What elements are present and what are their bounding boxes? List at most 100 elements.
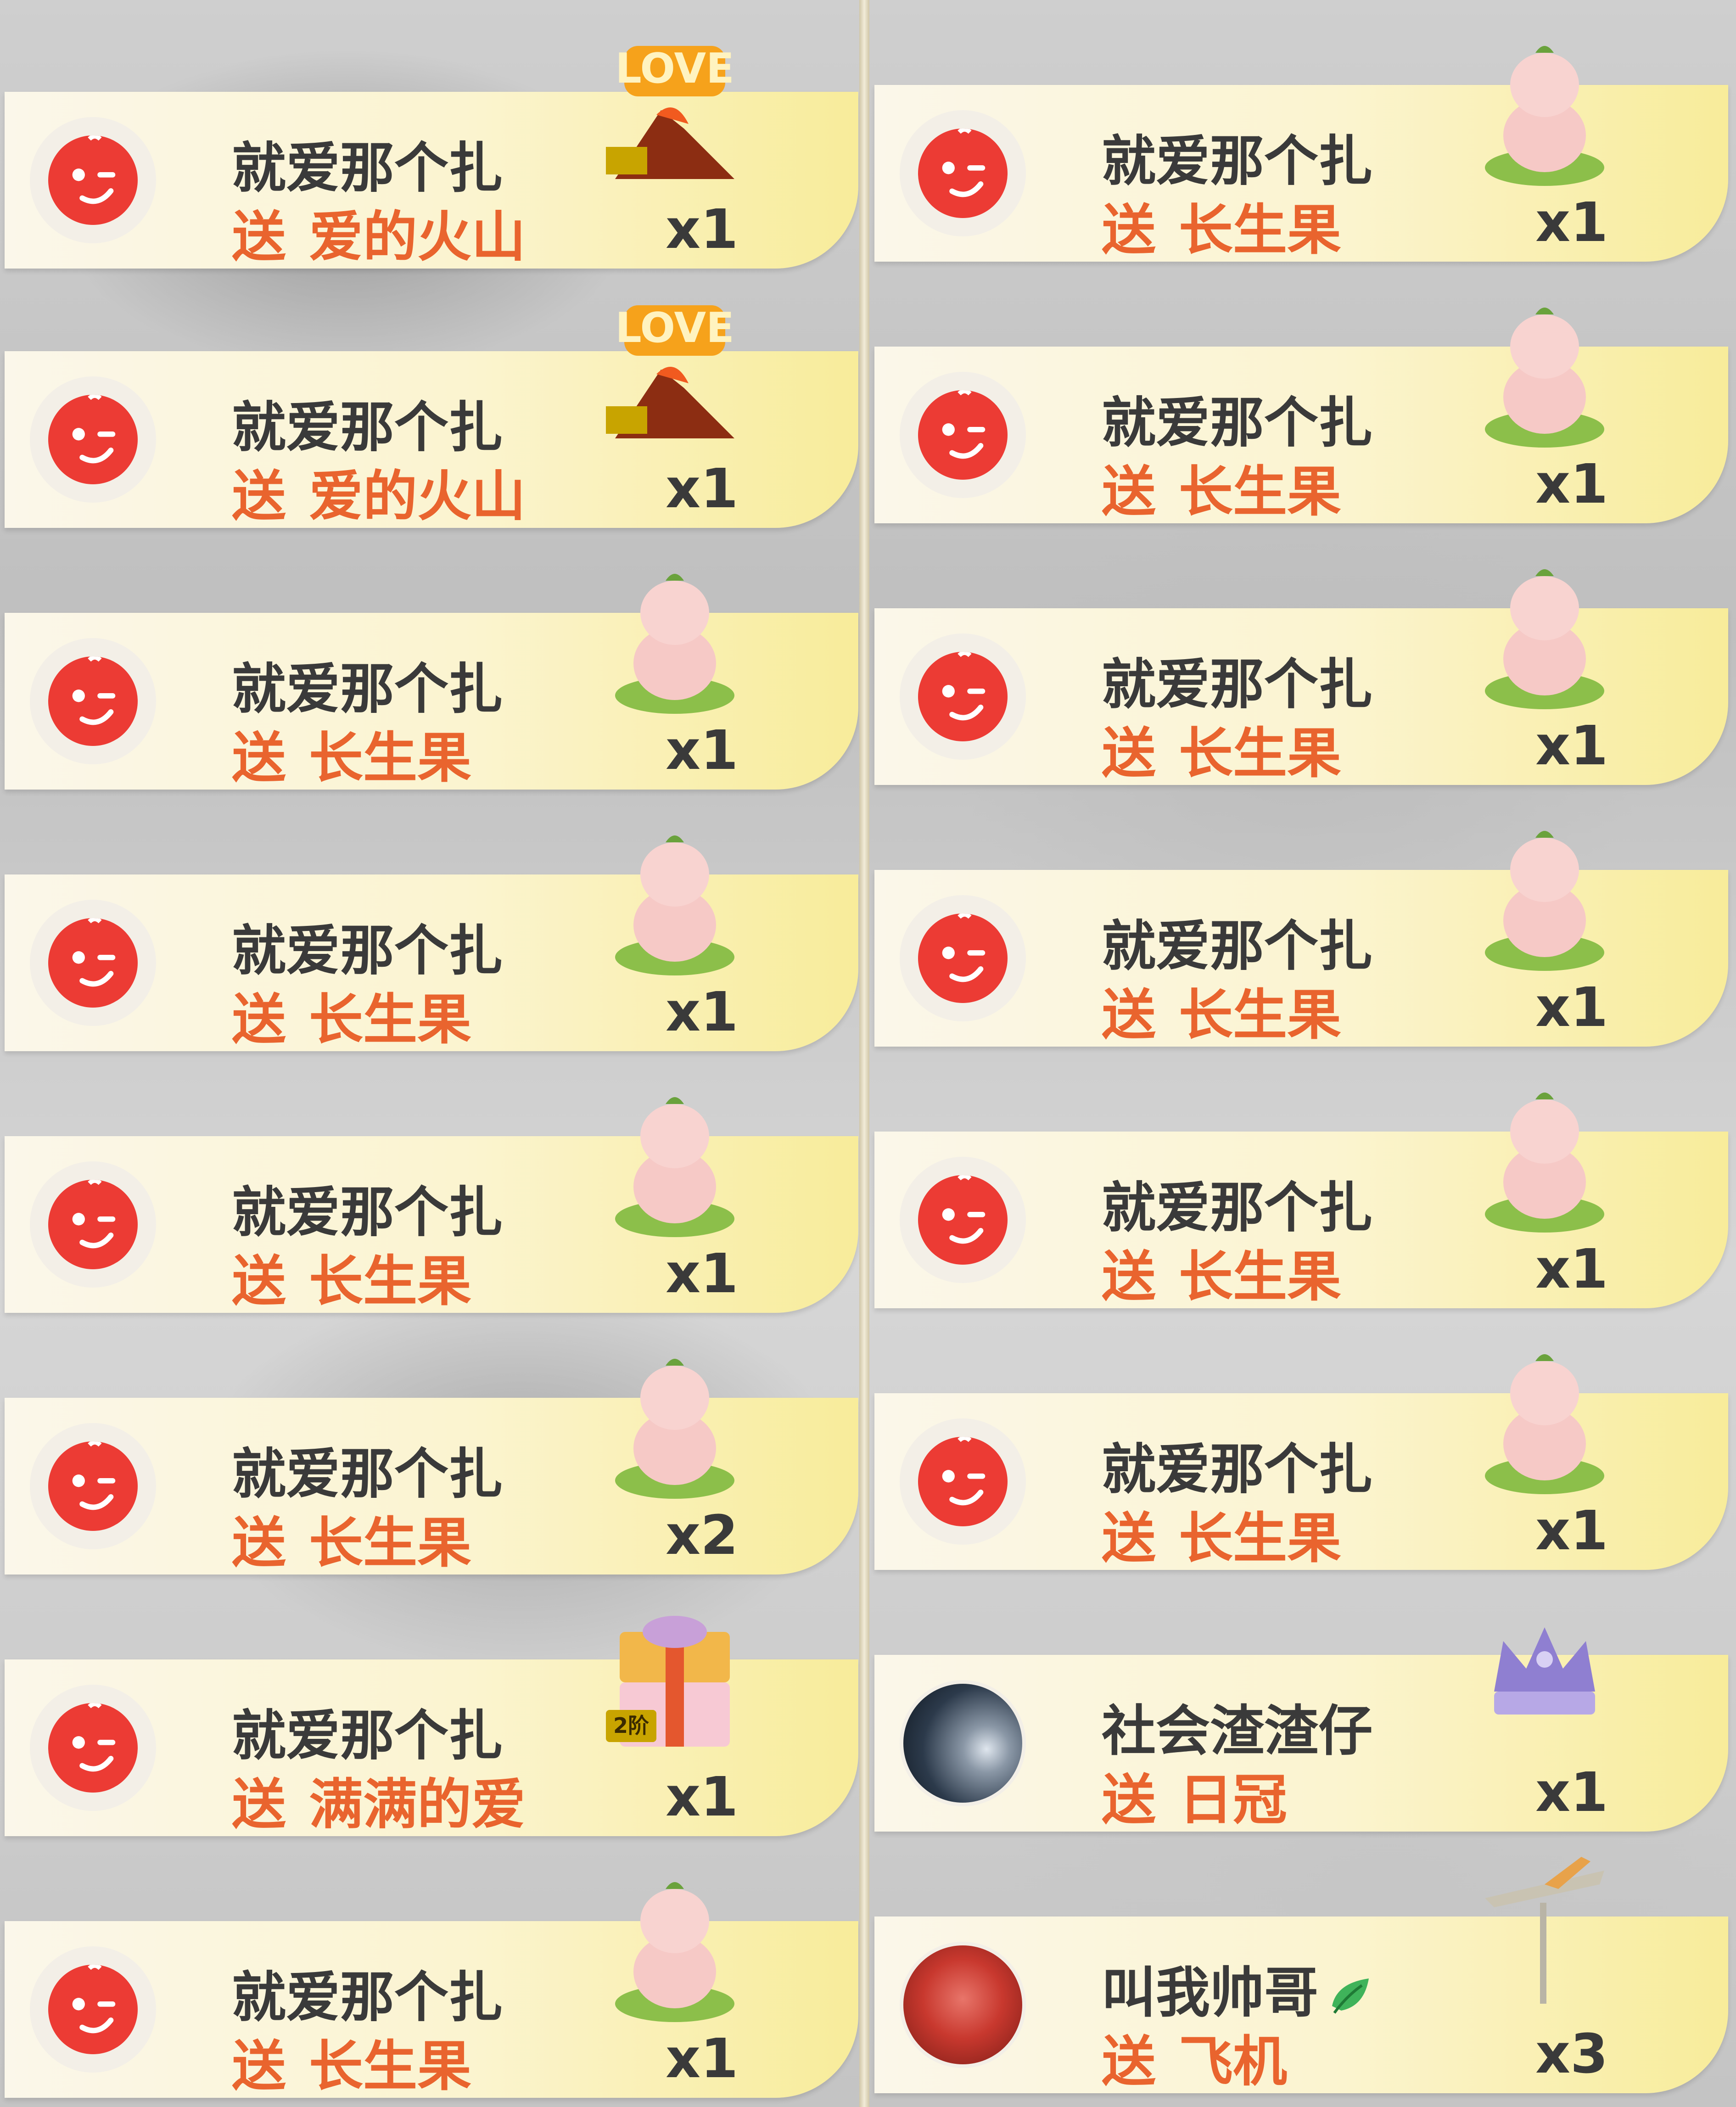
red-face-avatar-icon (918, 652, 1008, 741)
gift-verb: 送 (1102, 198, 1156, 262)
red-face-avatar-icon (918, 390, 1008, 480)
gift-message: 就爱那个扎 送长生果 x1 (5, 1882, 858, 2098)
gift-verb: 送 (232, 1773, 286, 1836)
sender-name[interactable]: 就爱那个扎 (1102, 379, 1372, 457)
crown-icon (1494, 1627, 1595, 1715)
red-face-avatar-icon (48, 1441, 138, 1531)
airplane-icon (1485, 1857, 1604, 2004)
gift-verb: 送 (232, 988, 286, 1051)
avatar[interactable] (900, 1680, 1026, 1806)
peach-icon (615, 1882, 734, 2022)
red-face-avatar-icon (48, 395, 138, 484)
gift-description: 送日冠 (1102, 1756, 1287, 1834)
gift-verb: 送 (232, 726, 286, 790)
sender-name[interactable]: 就爱那个扎 (232, 1168, 503, 1247)
love-volcano-icon: LOVE (606, 304, 734, 438)
gift-count: x1 (666, 457, 739, 520)
red-photo-avatar (903, 1945, 1022, 2064)
love-volcano-icon: LOVE (606, 45, 734, 179)
avatar[interactable] (30, 376, 156, 503)
gift-name: 长生果 (309, 2034, 472, 2098)
gift-count: x3 (1535, 2022, 1608, 2085)
sender-name[interactable]: 社会渣渣仔 (1102, 1687, 1372, 1765)
gift-message: 就爱那个扎 送长生果 x1 (874, 1354, 1728, 1570)
svg-text:LOVE: LOVE (615, 304, 734, 352)
peach-icon (615, 1097, 734, 1237)
sky-photo-avatar (903, 1684, 1022, 1803)
red-face-avatar-icon (48, 1180, 138, 1269)
red-face-avatar-icon (918, 913, 1008, 1003)
avatar[interactable] (30, 1685, 156, 1811)
sender-name[interactable]: 就爱那个扎 (232, 1430, 503, 1508)
peach-icon (1485, 1354, 1604, 1494)
peach-icon (1485, 46, 1604, 186)
gift-description: 送长生果 (232, 975, 471, 1054)
column-divider (859, 0, 869, 2107)
sender-name[interactable]: 就爱那个扎 (232, 1692, 503, 1770)
gift-description: 送长生果 (232, 714, 471, 792)
avatar[interactable] (30, 1423, 156, 1549)
gift-message: 社会渣渣仔 送日冠 x1 (874, 1627, 1728, 1834)
avatar[interactable] (30, 1161, 156, 1288)
sender-name[interactable]: 就爱那个扎 (1102, 640, 1372, 719)
red-face-avatar-icon (48, 1965, 138, 2054)
red-face-avatar-icon (918, 129, 1008, 218)
gift-name: 长生果 (1179, 460, 1342, 523)
gift-verb: 送 (232, 2034, 286, 2098)
sender-name[interactable]: 叫我帅哥 (1102, 1949, 1373, 2027)
red-face-avatar-icon (48, 135, 138, 225)
gift-count: x1 (1535, 714, 1608, 777)
gift-verb: 送 (1102, 983, 1156, 1047)
gift-description: 送长生果 (232, 1499, 471, 1577)
gift-name: 长生果 (309, 1511, 472, 1575)
gift-message: 就爱那个扎 送长生果 x1 (874, 569, 1728, 788)
sender-name[interactable]: 就爱那个扎 (1102, 1425, 1372, 1504)
gift-verb: 送 (1102, 1507, 1156, 1570)
gift-name: 长生果 (309, 988, 472, 1051)
sender-name[interactable]: 就爱那个扎 (232, 383, 503, 462)
peach-icon (1485, 569, 1604, 709)
avatar[interactable] (900, 1942, 1026, 2068)
gift-verb: 送 (232, 205, 286, 269)
gift-description: 送飞机 (1102, 2017, 1287, 2096)
gift-name: 爱的火山 (309, 465, 526, 528)
gift-verb: 送 (232, 465, 286, 528)
gift-count: x1 (1535, 1760, 1608, 1824)
gift-count: x1 (1535, 452, 1608, 516)
avatar[interactable] (30, 638, 156, 764)
avatar[interactable] (30, 900, 156, 1026)
avatar[interactable] (30, 117, 156, 243)
sender-name[interactable]: 就爱那个扎 (1102, 117, 1372, 196)
gift-verb: 送 (1102, 1245, 1156, 1308)
gift-count: x1 (1535, 191, 1608, 254)
red-face-avatar-icon (48, 918, 138, 1008)
avatar[interactable] (30, 1946, 156, 2073)
peach-icon (1485, 308, 1604, 448)
gift-description: 送长生果 (1102, 448, 1341, 526)
gift-list-left: 就爱那个扎 送爱的火山 x1 LOVE 就爱那个扎 送爱的火山 x1 LOVE … (0, 0, 858, 2107)
sender-name[interactable]: 就爱那个扎 (1102, 1164, 1372, 1242)
sender-name[interactable]: 就爱那个扎 (232, 1953, 503, 2032)
sender-name[interactable]: 就爱那个扎 (232, 907, 503, 985)
gift-description: 送长生果 (1102, 709, 1341, 788)
gift-message: 就爱那个扎 送长生果 x1 (874, 1093, 1728, 1308)
leaf-icon (1332, 1978, 1369, 2014)
avatar[interactable] (900, 1418, 1026, 1545)
avatar[interactable] (900, 1157, 1026, 1283)
sender-name[interactable]: 就爱那个扎 (1102, 902, 1372, 981)
sender-name[interactable]: 就爱那个扎 (232, 645, 503, 723)
avatar[interactable] (900, 110, 1026, 236)
gift-message: 就爱那个扎 送长生果 x1 (5, 835, 858, 1054)
sender-name-text: 叫我帅哥 (1102, 1961, 1319, 2024)
avatar[interactable] (900, 895, 1026, 1021)
avatar[interactable] (900, 633, 1026, 760)
gift-description: 送长生果 (1102, 971, 1341, 1049)
gift-name: 长生果 (1179, 983, 1342, 1047)
avatar[interactable] (900, 372, 1026, 498)
peach-icon (1485, 831, 1604, 971)
gift-name: 满满的爱 (309, 1773, 526, 1836)
gift-name: 日冠 (1179, 1768, 1288, 1832)
gift-message: 叫我帅哥 送飞机 x3 (874, 1857, 1728, 2096)
gift-verb: 送 (1102, 1768, 1156, 1832)
sender-name[interactable]: 就爱那个扎 (232, 124, 503, 202)
